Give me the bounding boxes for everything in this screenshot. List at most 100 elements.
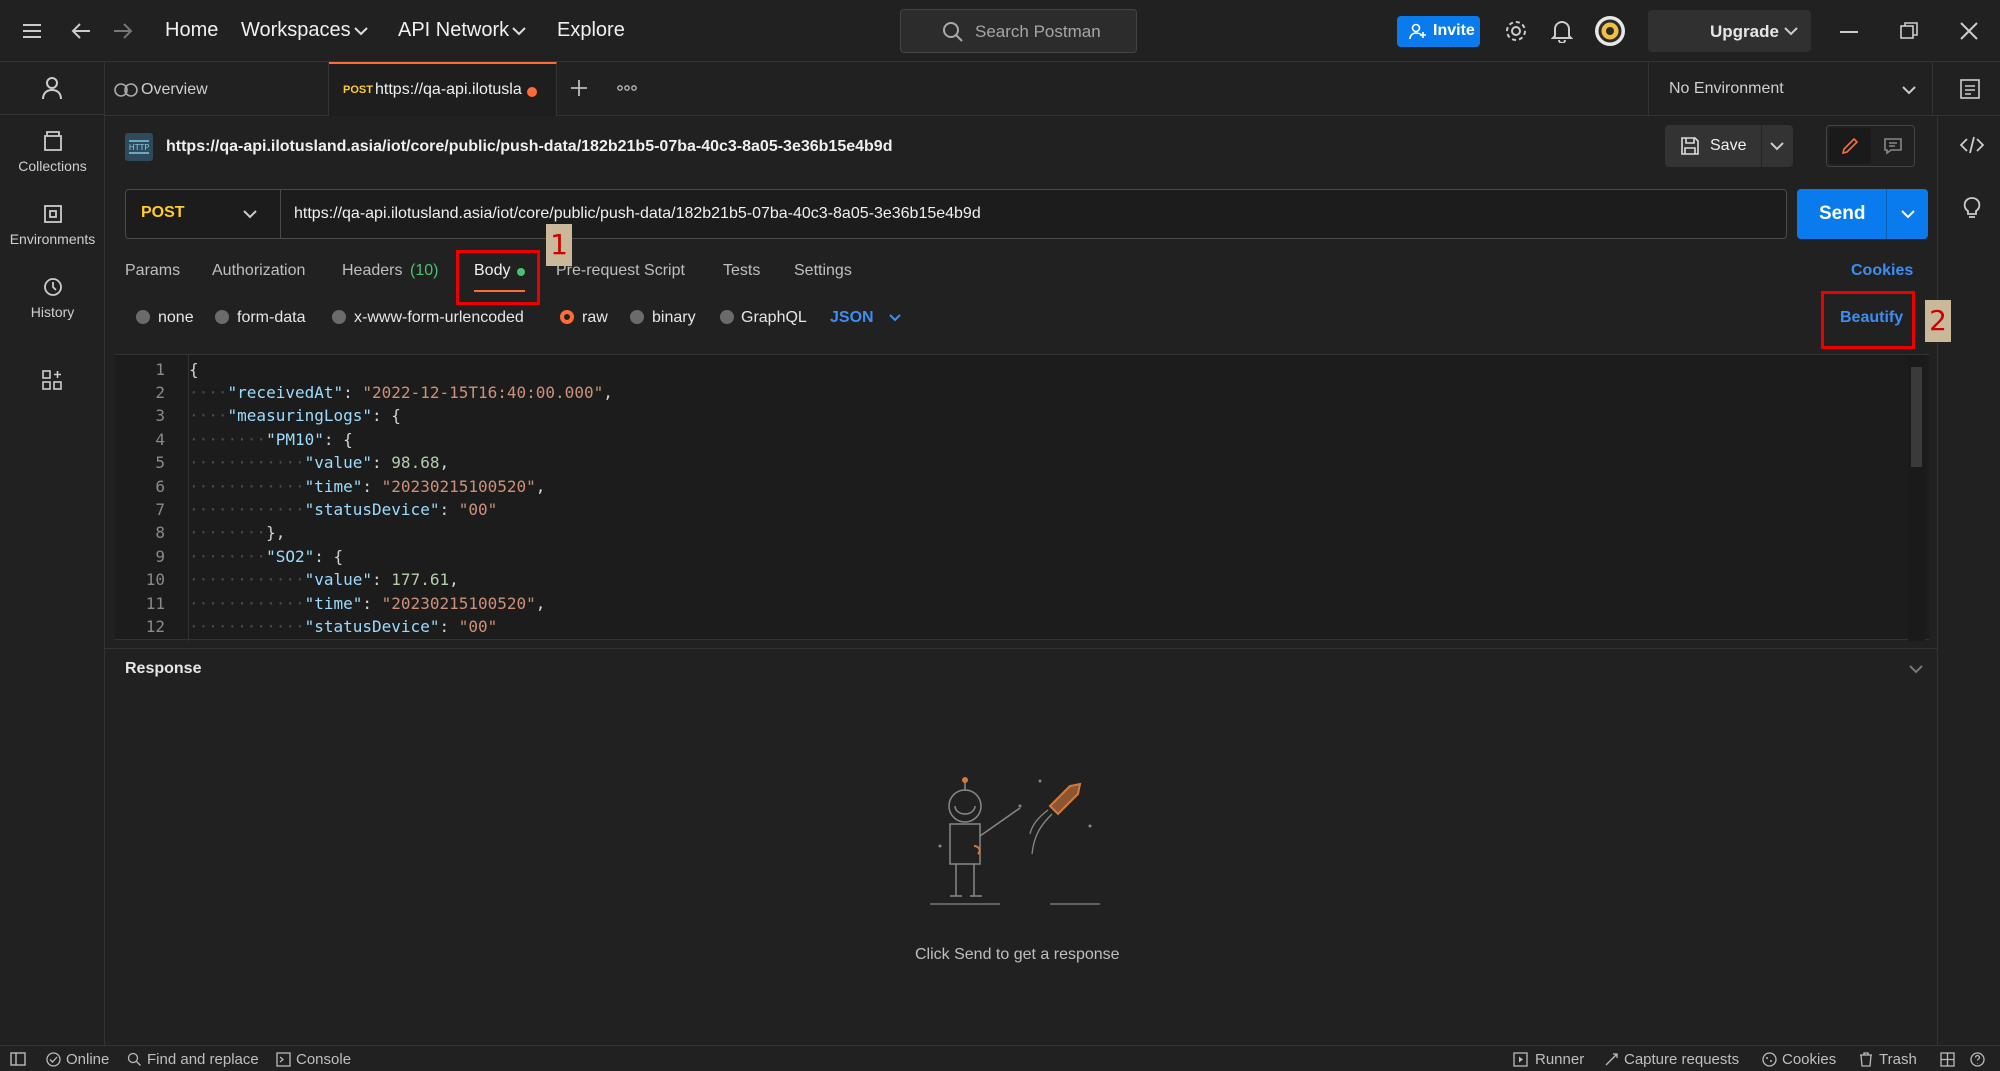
code-line: ····"measuringLogs": { <box>189 406 401 425</box>
save-button-group: Save <box>1665 125 1793 167</box>
nav-api-network[interactable]: API Network <box>398 19 509 42</box>
toggle-sidebar-icon[interactable] <box>10 1052 26 1066</box>
upgrade-button[interactable]: Upgrade <box>1648 10 1811 52</box>
invite-button[interactable]: Invite <box>1397 16 1480 47</box>
more-options-icon[interactable] <box>617 84 637 92</box>
layout-icon[interactable] <box>1940 1052 1955 1067</box>
back-arrow-icon[interactable] <box>70 21 92 41</box>
chevron-down-icon <box>243 209 257 219</box>
sidebar-item-history[interactable]: History <box>0 276 105 320</box>
nav-home[interactable]: Home <box>165 19 218 42</box>
astronaut-illustration-icon <box>930 776 1110 926</box>
line-number: 1 <box>155 360 165 379</box>
tab-overview[interactable]: Overview <box>105 62 329 116</box>
cookies-link[interactable]: Cookies <box>1851 262 1913 280</box>
trash-button[interactable]: Trash <box>1879 1051 1917 1068</box>
format-selector[interactable]: JSON <box>830 309 874 327</box>
tab-request[interactable]: POST https://qa-api.ilotusla <box>329 62 557 116</box>
radio-raw[interactable] <box>560 310 574 324</box>
menu-icon[interactable] <box>22 22 42 40</box>
nav-explore[interactable]: Explore <box>557 19 625 42</box>
code-line: ············"statusDevice": "00" <box>189 500 498 519</box>
capture-requests-button[interactable]: Capture requests <box>1624 1051 1739 1068</box>
help-icon[interactable] <box>1970 1052 1985 1067</box>
close-icon[interactable] <box>1960 22 1978 40</box>
upgrade-label: Upgrade <box>1710 22 1779 41</box>
console-button[interactable]: Console <box>296 1051 351 1068</box>
body-mode-urlencoded[interactable]: x-www-form-urlencoded <box>354 309 524 327</box>
body-mode-raw[interactable]: raw <box>582 309 608 327</box>
comment-icon[interactable] <box>1883 137 1903 155</box>
send-label: Send <box>1819 203 1866 224</box>
highlight-body-tab <box>456 250 540 305</box>
find-and-replace[interactable]: Find and replace <box>147 1051 259 1068</box>
sidebar-item-collections[interactable]: Collections <box>0 130 105 174</box>
radio-binary[interactable] <box>630 310 644 324</box>
tab-settings[interactable]: Settings <box>794 262 852 280</box>
line-number: 8 <box>155 523 165 542</box>
chevron-down-icon <box>1902 85 1916 95</box>
tab-pre-request-script[interactable]: Pre-request Script <box>556 262 685 280</box>
request-title[interactable]: https://qa-api.ilotusland.asia/iot/core/… <box>166 138 892 156</box>
restore-icon[interactable] <box>1900 22 1918 40</box>
chevron-down-icon[interactable] <box>1770 141 1784 151</box>
apps-grid-icon[interactable] <box>41 369 63 391</box>
sidebar-item-environments[interactable]: Environments <box>0 203 105 247</box>
status-bar: Online Find and replace Console Runner C… <box>0 1045 2000 1071</box>
capture-icon <box>1604 1052 1619 1067</box>
editor-scrollbar[interactable] <box>1908 355 1925 641</box>
online-status[interactable]: Online <box>66 1051 109 1068</box>
body-mode-binary[interactable]: binary <box>652 309 696 327</box>
lightbulb-icon[interactable] <box>1962 196 1982 220</box>
cookies-button[interactable]: Cookies <box>1782 1051 1836 1068</box>
chevron-down-icon[interactable] <box>1909 664 1923 674</box>
search-box[interactable]: Search Postman <box>900 9 1137 53</box>
method-selector[interactable]: POST <box>126 190 281 238</box>
line-number: 3 <box>155 406 165 425</box>
overview-icon <box>114 82 138 98</box>
minimize-icon[interactable] <box>1840 30 1858 34</box>
line-number: 12 <box>145 617 165 636</box>
tab-authorization[interactable]: Authorization <box>212 262 305 280</box>
annotation-number-2: 2 <box>1925 300 1951 342</box>
user-icon[interactable] <box>41 76 63 100</box>
body-mode-none[interactable]: none <box>158 309 194 327</box>
body-mode-graphql[interactable]: GraphQL <box>741 309 807 327</box>
code-line: ········"SO2": { <box>189 547 344 566</box>
tab-params[interactable]: Params <box>125 262 180 280</box>
save-button[interactable]: Save <box>1710 137 1746 155</box>
chevron-down-icon[interactable] <box>512 26 526 36</box>
radio-none[interactable] <box>136 310 150 324</box>
plus-icon[interactable] <box>569 78 589 98</box>
gear-icon[interactable] <box>1504 19 1528 43</box>
radio-graphql[interactable] <box>720 310 734 324</box>
line-number: 4 <box>155 430 165 449</box>
runner-button[interactable]: Runner <box>1535 1051 1584 1068</box>
chevron-down-icon[interactable] <box>1901 209 1915 219</box>
nav-workspaces[interactable]: Workspaces <box>241 19 351 42</box>
code-line: ············"time": "20230215100520", <box>189 594 546 613</box>
body-mode-form-data[interactable]: form-data <box>237 309 305 327</box>
forward-arrow-icon[interactable] <box>112 21 134 41</box>
environment-selector[interactable]: No Environment <box>1648 62 1933 116</box>
code-editor[interactable]: 1 2 3 4 5 6 7 8 9 10 11 12 { ····"receiv… <box>115 354 1929 641</box>
code-icon[interactable] <box>1960 136 1984 154</box>
scrollbar-thumb[interactable] <box>1911 367 1922 467</box>
chevron-down-icon[interactable] <box>1784 26 1798 36</box>
edit-mode-button[interactable] <box>1829 128 1871 164</box>
top-bar: Home Workspaces API Network Explore Sear… <box>0 0 2000 62</box>
send-button[interactable]: Send <box>1797 189 1928 239</box>
bell-icon[interactable] <box>1551 19 1573 43</box>
tab-tests[interactable]: Tests <box>723 262 760 280</box>
trash-icon <box>1859 1052 1873 1067</box>
radio-form-data[interactable] <box>215 310 229 324</box>
unsaved-dot <box>527 87 537 97</box>
environment-quick-look-icon[interactable] <box>1959 78 1981 100</box>
chevron-down-icon[interactable] <box>354 26 368 36</box>
search-icon <box>127 1052 142 1067</box>
radio-urlencoded[interactable] <box>332 310 346 324</box>
chevron-down-icon[interactable] <box>889 314 901 322</box>
url-input[interactable]: https://qa-api.ilotusland.asia/iot/core/… <box>294 205 981 223</box>
tab-headers[interactable]: Headers <box>342 262 402 280</box>
avatar[interactable] <box>1595 16 1625 46</box>
